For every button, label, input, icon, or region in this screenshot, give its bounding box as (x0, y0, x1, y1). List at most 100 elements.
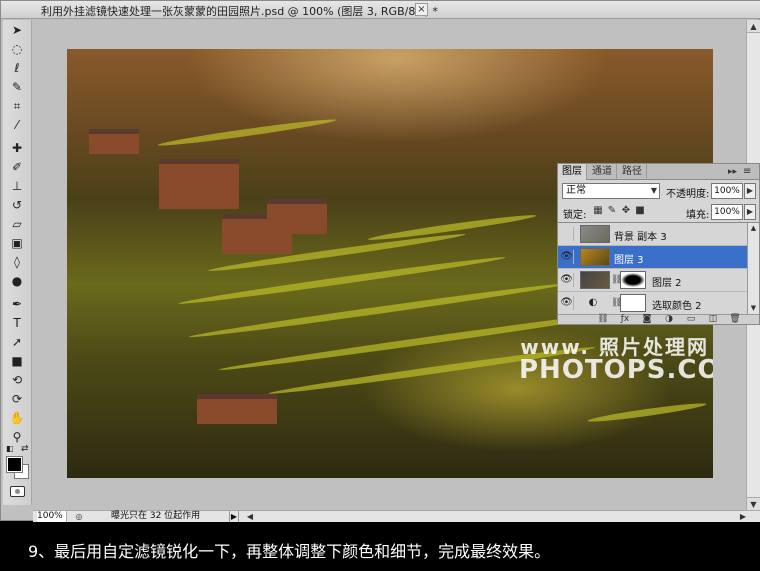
lock-position-icon[interactable]: ✥ (620, 204, 632, 217)
layer-row[interactable]: 背景 副本 3 (558, 223, 747, 246)
move-tool-icon[interactable]: ➤ (7, 22, 27, 38)
opacity-slider-arrow-icon[interactable]: ▶ (744, 183, 756, 199)
lock-image-icon[interactable]: ✎ (606, 204, 618, 217)
eye-icon[interactable]: 👁 (560, 296, 574, 310)
layer-name: 图层 3 (614, 255, 644, 266)
zoom-level-field[interactable]: 100% (37, 511, 67, 522)
house (89, 129, 139, 154)
layers-panel-footer: ⛓ ƒx ◙ ◑ ▭ ◫ 🗑 (558, 314, 759, 324)
adjustment-layer-icon: ◐ (588, 297, 598, 308)
pen-tool-icon[interactable]: ✒ (7, 296, 27, 312)
house (197, 394, 277, 424)
caption: 9、最后用自定滤镜锐化一下，再整体调整下颜色和细节，完成最终效果。 (28, 542, 551, 561)
shape-tool-icon[interactable]: ■ (7, 353, 27, 369)
watermark-en: PHOTOPS.COM (519, 355, 713, 385)
type-tool-icon[interactable]: T (7, 315, 27, 331)
layer-mask-thumbnail[interactable] (620, 271, 646, 289)
lasso-tool-icon[interactable]: ℓ (7, 60, 27, 76)
dodge-tool-icon[interactable]: ● (7, 273, 27, 289)
swap-icon[interactable]: ⇄ (21, 444, 29, 454)
house (159, 159, 239, 209)
link-icon[interactable]: ⛓ (611, 296, 622, 310)
layer-name: 图层 2 (652, 278, 682, 289)
marquee-tool-icon[interactable]: ◌ (7, 41, 27, 57)
visibility-off-icon[interactable] (560, 227, 574, 241)
layer-thumbnail (580, 248, 610, 266)
terrace-field (157, 116, 337, 149)
terrace-field (587, 400, 707, 425)
panel-tabs: 图层 通道 路径 ▸▸ ≡ (558, 164, 759, 180)
fill-field[interactable]: 100% (711, 204, 743, 220)
eyedropper-tool-icon[interactable]: ⁄ (7, 117, 27, 133)
layer-mask-thumbnail[interactable] (620, 294, 646, 312)
document-window: 利用外挂滤镜快速处理一张灰蒙蒙的田园照片.psd @ 100% (图层 3, R… (0, 0, 760, 522)
default-colors-icon[interactable]: ◧ (6, 444, 14, 453)
blend-mode-select[interactable]: 正常 ▼ (562, 183, 660, 199)
tab-layers[interactable]: 图层 (558, 164, 587, 180)
layer-list: 背景 副本 3 👁 图层 3 👁 ⛓ 图层 2 👁 ◐ ⛓ 选取颜色 2 (558, 222, 747, 314)
healing-brush-tool-icon[interactable]: ✚ (7, 140, 27, 156)
eye-icon[interactable]: 👁 (560, 273, 574, 287)
tools-panel: ➤ ◌ ℓ ✎ ⌗ ⁄ ✚ ✐ ⊥ ↺ ▱ ▣ ◊ ● ✒ T ➚ ■ ⟲ ⟳ ✋ ⚲ ◧ ⇄ (3, 20, 32, 505)
gradient-tool-icon[interactable]: ▣ (7, 235, 27, 251)
new-layer-icon[interactable]: ◫ (706, 313, 720, 325)
link-icon[interactable]: ⛓ (611, 273, 622, 287)
status-info-icon[interactable]: ◎ (73, 511, 85, 522)
clone-stamp-tool-icon[interactable]: ⊥ (7, 178, 27, 194)
opacity-field[interactable]: 100% (711, 183, 743, 199)
add-mask-icon[interactable]: ◙ (640, 313, 654, 325)
fill-slider-arrow-icon[interactable]: ▶ (744, 204, 756, 220)
tab-paths[interactable]: 路径 (618, 164, 647, 180)
lock-all-icon[interactable]: ■ (634, 204, 646, 217)
new-adjustment-layer-icon[interactable]: ◑ (662, 313, 676, 325)
panel-menu-icon[interactable]: ≡ (743, 164, 751, 180)
quick-mask-icon[interactable] (10, 486, 25, 497)
blend-mode-value: 正常 (566, 185, 586, 196)
close-document-icon[interactable]: × (415, 3, 428, 16)
layers-panel: 图层 通道 路径 ▸▸ ≡ 正常 ▼ 不透明度: 100% ▶ 锁定: ▦ ✎ … (557, 163, 760, 325)
eraser-tool-icon[interactable]: ▱ (7, 216, 27, 232)
document-title: 利用外挂滤镜快速处理一张灰蒙蒙的田园照片.psd @ 100% (图层 3, R… (41, 5, 438, 18)
3d-rotate-tool-icon[interactable]: ⟲ (7, 372, 27, 388)
history-brush-tool-icon[interactable]: ↺ (7, 197, 27, 213)
zoom-tool-icon[interactable]: ⚲ (7, 429, 27, 445)
scroll-down-icon[interactable]: ▼ (748, 303, 759, 314)
scroll-down-icon[interactable]: ▼ (747, 497, 760, 510)
scroll-up-icon[interactable]: ▲ (747, 20, 760, 33)
opacity-label: 不透明度: (666, 189, 710, 200)
layer-thumbnail (580, 271, 610, 289)
path-select-tool-icon[interactable]: ➚ (7, 334, 27, 350)
lock-label: 锁定: (563, 210, 587, 221)
lock-transparency-icon[interactable]: ▦ (592, 204, 604, 217)
scroll-right-icon[interactable]: ▶ (738, 511, 748, 522)
blur-tool-icon[interactable]: ◊ (7, 254, 27, 270)
crop-tool-icon[interactable]: ⌗ (7, 98, 27, 114)
layer-style-fx-icon[interactable]: ƒx (618, 313, 632, 325)
status-menu-arrow-icon[interactable]: ▶ (229, 511, 239, 522)
fill-label: 填充: (686, 210, 710, 221)
foreground-color-swatch[interactable] (7, 457, 22, 472)
hand-tool-icon[interactable]: ✋ (7, 410, 27, 426)
delete-layer-icon[interactable]: 🗑 (728, 313, 742, 325)
scroll-left-icon[interactable]: ◀ (245, 511, 255, 522)
quick-select-tool-icon[interactable]: ✎ (7, 79, 27, 95)
layer-list-scrollbar[interactable]: ▲ ▼ (747, 222, 759, 314)
status-message: 曝光只在 32 位起作用 (111, 511, 201, 521)
layer-row[interactable]: 👁 ◐ ⛓ 选取颜色 2 (558, 292, 747, 314)
document-title-bar[interactable]: 利用外挂滤镜快速处理一张灰蒙蒙的田园照片.psd @ 100% (图层 3, R… (1, 1, 760, 19)
link-layers-icon[interactable]: ⛓ (596, 313, 610, 325)
chevron-down-icon: ▼ (650, 186, 657, 195)
terrace-field (367, 212, 537, 243)
layer-row[interactable]: 👁 图层 3 (558, 246, 747, 269)
panel-collapse-icon[interactable]: ▸▸ (728, 164, 737, 180)
eye-icon[interactable]: 👁 (560, 250, 574, 264)
layer-row[interactable]: 👁 ⛓ 图层 2 (558, 269, 747, 292)
3d-orbit-tool-icon[interactable]: ⟳ (7, 391, 27, 407)
app: 利用外挂滤镜快速处理一张灰蒙蒙的田园照片.psd @ 100% (图层 3, R… (0, 0, 760, 571)
scroll-up-icon[interactable]: ▲ (748, 223, 759, 234)
tab-channels[interactable]: 通道 (588, 164, 617, 180)
layer-name: 背景 副本 3 (614, 232, 667, 243)
brush-tool-icon[interactable]: ✐ (7, 159, 27, 175)
layer-thumbnail (580, 225, 610, 243)
new-group-icon[interactable]: ▭ (684, 313, 698, 325)
